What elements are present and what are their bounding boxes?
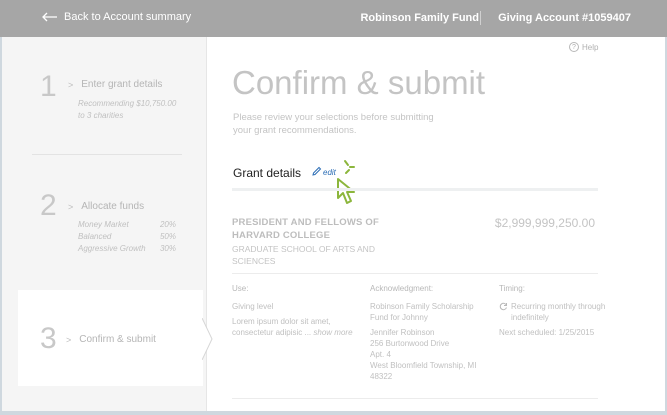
allocation-row: Aggressive Growth 30% bbox=[78, 243, 176, 255]
step-title: > Confirm & submit bbox=[66, 334, 156, 345]
acknowledgment-label: Acknowledgment: bbox=[370, 284, 434, 293]
grant-details-heading: Grant details bbox=[233, 166, 302, 180]
allocation-name: Aggressive Growth bbox=[78, 244, 146, 253]
help-label: Help bbox=[582, 42, 599, 52]
acknowledgment-line: West Bloomfield Township, MI bbox=[370, 361, 477, 370]
step-summary-line: Recommending $10,750.00 bbox=[78, 99, 177, 108]
step-title-label: Enter grant details bbox=[81, 79, 163, 90]
use-description: Lorem ipsum dolor sit amet, consectetur … bbox=[232, 316, 357, 338]
recurring-info: Recurring monthly through indefinitely bbox=[499, 301, 609, 323]
account-number: Giving Account #1059407 bbox=[498, 12, 631, 24]
back-to-account-summary-link[interactable]: Back to Account summary bbox=[42, 11, 191, 23]
arrow-left-icon bbox=[42, 12, 57, 22]
step-summary: Recommending $10,750.00 to 3 charities bbox=[78, 98, 176, 122]
fund-name: Robinson Family Fund bbox=[360, 12, 479, 24]
acknowledgment-line: Robinson Family Scholarship bbox=[370, 302, 474, 311]
step-title: > Allocate funds bbox=[68, 201, 144, 212]
header-divider bbox=[480, 11, 481, 25]
grant-amount: $2,999,999,250.00 bbox=[494, 216, 595, 230]
page-subtitle: Please review your selections before sub… bbox=[233, 112, 434, 136]
allocation-list: Money Market 20% Balanced 50% Aggressive… bbox=[78, 219, 176, 255]
step-summary-line: to 3 charities bbox=[78, 111, 124, 120]
step-title: > Enter grant details bbox=[68, 79, 162, 90]
active-step-pointer bbox=[202, 318, 213, 360]
organization-name: PRESIDENT AND FELLOWS OF HARVARD COLLEGE bbox=[232, 217, 379, 241]
page-title: Confirm & submit bbox=[232, 64, 486, 101]
chevron-right-icon: > bbox=[68, 79, 74, 90]
section-divider bbox=[232, 398, 598, 399]
question-icon: ? bbox=[569, 42, 579, 52]
step-number: 3 bbox=[40, 322, 57, 355]
acknowledgment-line: Apt. 4 bbox=[370, 350, 391, 359]
timing-column: Timing: Recurring monthly through indefi… bbox=[499, 283, 609, 338]
allocation-row: Balanced 50% bbox=[78, 231, 176, 243]
timing-label: Timing: bbox=[499, 284, 525, 293]
allocation-row: Money Market 20% bbox=[78, 219, 176, 231]
mouse-cursor-icon bbox=[337, 178, 355, 204]
step-separator bbox=[32, 154, 182, 155]
help-link[interactable]: ? Help bbox=[569, 42, 598, 52]
acknowledgment-column: Acknowledgment: Robinson Family Scholars… bbox=[370, 283, 490, 382]
step-title-label: Confirm & submit bbox=[79, 334, 156, 345]
acknowledgment-line: 256 Burtonwood Drive bbox=[370, 339, 450, 348]
section-divider bbox=[232, 273, 598, 274]
allocation-percent: 20% bbox=[159, 220, 176, 229]
acknowledgment-line: Jennifer Robinson bbox=[370, 328, 435, 337]
allocation-name: Money Market bbox=[78, 220, 129, 229]
pencil-icon[interactable] bbox=[311, 166, 322, 177]
step-3-active[interactable]: 3 > Confirm & submit bbox=[18, 290, 203, 386]
allocation-name: Balanced bbox=[78, 232, 112, 241]
next-scheduled: Next scheduled: 1/25/2015 bbox=[499, 328, 595, 337]
top-bar: Back to Account summary Robinson Family … bbox=[0, 0, 667, 37]
allocation-percent: 50% bbox=[159, 232, 176, 241]
acknowledgment-line: 48322 bbox=[370, 372, 393, 381]
step-number: 1 bbox=[40, 70, 57, 103]
step-number: 2 bbox=[40, 189, 57, 222]
allocation-percent: 30% bbox=[159, 244, 176, 253]
giving-level: Giving level bbox=[232, 302, 274, 311]
organization-subdivision: GRADUATE SCHOOL OF ARTS AND SCIENCES bbox=[232, 244, 375, 266]
recurring-text: Recurring monthly through indefinitely bbox=[511, 302, 606, 322]
show-more-link[interactable]: show more bbox=[313, 328, 352, 337]
section-divider bbox=[232, 188, 598, 191]
chevron-right-icon: > bbox=[66, 334, 72, 345]
back-link-label: Back to Account summary bbox=[64, 11, 192, 23]
chevron-right-icon: > bbox=[68, 201, 74, 212]
use-column: Use: Giving level Lorem ipsum dolor sit … bbox=[232, 283, 357, 338]
acknowledgment-line: Fund for Johnny bbox=[370, 313, 428, 322]
frame-border-bottom bbox=[0, 411, 667, 415]
step-title-label: Allocate funds bbox=[81, 201, 145, 212]
use-label: Use: bbox=[232, 284, 249, 293]
refresh-icon bbox=[499, 302, 507, 311]
